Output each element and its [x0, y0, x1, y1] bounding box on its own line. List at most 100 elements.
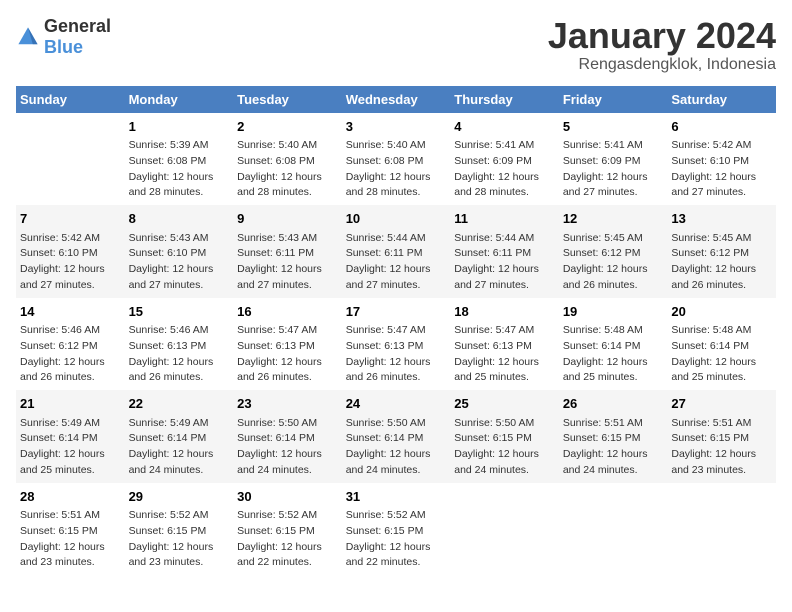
cell-info: Daylight: 12 hours	[346, 447, 447, 463]
calendar-cell: 25Sunrise: 5:50 AMSunset: 6:15 PMDayligh…	[450, 390, 559, 483]
cell-info: Sunset: 6:13 PM	[454, 339, 555, 355]
cell-info: Sunrise: 5:44 AM	[346, 231, 447, 247]
week-row-2: 7Sunrise: 5:42 AMSunset: 6:10 PMDaylight…	[16, 205, 776, 298]
cell-info: Sunrise: 5:50 AM	[454, 416, 555, 432]
calendar-cell	[559, 483, 668, 576]
cell-info: Daylight: 12 hours	[454, 262, 555, 278]
cell-info: Sunrise: 5:49 AM	[129, 416, 230, 432]
calendar-cell	[16, 113, 125, 206]
calendar-cell: 4Sunrise: 5:41 AMSunset: 6:09 PMDaylight…	[450, 113, 559, 206]
day-number: 3	[346, 117, 447, 137]
calendar-cell: 6Sunrise: 5:42 AMSunset: 6:10 PMDaylight…	[667, 113, 776, 206]
cell-info: and 24 minutes.	[563, 463, 664, 479]
cell-info: Daylight: 12 hours	[563, 262, 664, 278]
calendar-cell: 10Sunrise: 5:44 AMSunset: 6:11 PMDayligh…	[342, 205, 451, 298]
calendar-cell	[450, 483, 559, 576]
cell-info: Sunrise: 5:40 AM	[346, 138, 447, 154]
calendar-cell: 21Sunrise: 5:49 AMSunset: 6:14 PMDayligh…	[16, 390, 125, 483]
cell-info: and 26 minutes.	[563, 278, 664, 294]
calendar-cell: 20Sunrise: 5:48 AMSunset: 6:14 PMDayligh…	[667, 298, 776, 391]
cell-info: Sunset: 6:11 PM	[346, 246, 447, 262]
logo-icon	[16, 25, 40, 49]
cell-info: Sunrise: 5:43 AM	[237, 231, 338, 247]
cell-info: and 25 minutes.	[20, 463, 121, 479]
cell-info: Sunset: 6:14 PM	[671, 339, 772, 355]
week-row-3: 14Sunrise: 5:46 AMSunset: 6:12 PMDayligh…	[16, 298, 776, 391]
weekday-header-row: SundayMondayTuesdayWednesdayThursdayFrid…	[16, 86, 776, 113]
calendar-cell: 12Sunrise: 5:45 AMSunset: 6:12 PMDayligh…	[559, 205, 668, 298]
cell-info: Sunset: 6:15 PM	[563, 431, 664, 447]
cell-info: and 25 minutes.	[671, 370, 772, 386]
calendar-cell: 11Sunrise: 5:44 AMSunset: 6:11 PMDayligh…	[450, 205, 559, 298]
weekday-header-saturday: Saturday	[667, 86, 776, 113]
cell-info: and 28 minutes.	[346, 185, 447, 201]
cell-info: Sunrise: 5:44 AM	[454, 231, 555, 247]
day-number: 4	[454, 117, 555, 137]
cell-info: Sunrise: 5:52 AM	[129, 508, 230, 524]
cell-info: and 26 minutes.	[346, 370, 447, 386]
cell-info: Sunset: 6:12 PM	[671, 246, 772, 262]
cell-info: Sunset: 6:09 PM	[563, 154, 664, 170]
cell-info: and 23 minutes.	[671, 463, 772, 479]
cell-info: and 24 minutes.	[129, 463, 230, 479]
day-number: 12	[563, 209, 664, 229]
cell-info: and 26 minutes.	[237, 370, 338, 386]
cell-info: Sunset: 6:08 PM	[346, 154, 447, 170]
calendar-cell: 13Sunrise: 5:45 AMSunset: 6:12 PMDayligh…	[667, 205, 776, 298]
day-number: 16	[237, 302, 338, 322]
cell-info: Daylight: 12 hours	[20, 262, 121, 278]
calendar-cell: 24Sunrise: 5:50 AMSunset: 6:14 PMDayligh…	[342, 390, 451, 483]
cell-info: Daylight: 12 hours	[129, 170, 230, 186]
day-number: 29	[129, 487, 230, 507]
cell-info: Sunrise: 5:43 AM	[129, 231, 230, 247]
cell-info: Daylight: 12 hours	[671, 355, 772, 371]
day-number: 8	[129, 209, 230, 229]
cell-info: and 27 minutes.	[454, 278, 555, 294]
day-number: 15	[129, 302, 230, 322]
cell-info: Sunset: 6:13 PM	[129, 339, 230, 355]
day-number: 7	[20, 209, 121, 229]
cell-info: Sunrise: 5:47 AM	[237, 323, 338, 339]
title-section: January 2024 Rengasdengklok, Indonesia	[548, 16, 776, 74]
week-row-1: 1Sunrise: 5:39 AMSunset: 6:08 PMDaylight…	[16, 113, 776, 206]
cell-info: Sunrise: 5:46 AM	[20, 323, 121, 339]
cell-info: Sunrise: 5:52 AM	[237, 508, 338, 524]
cell-info: Sunset: 6:10 PM	[20, 246, 121, 262]
day-number: 1	[129, 117, 230, 137]
cell-info: Sunset: 6:09 PM	[454, 154, 555, 170]
calendar-cell: 15Sunrise: 5:46 AMSunset: 6:13 PMDayligh…	[125, 298, 234, 391]
cell-info: Daylight: 12 hours	[129, 447, 230, 463]
calendar-cell: 29Sunrise: 5:52 AMSunset: 6:15 PMDayligh…	[125, 483, 234, 576]
cell-info: and 24 minutes.	[454, 463, 555, 479]
day-number: 26	[563, 394, 664, 414]
cell-info: Sunset: 6:13 PM	[346, 339, 447, 355]
cell-info: Daylight: 12 hours	[346, 170, 447, 186]
cell-info: Sunset: 6:11 PM	[237, 246, 338, 262]
cell-info: Sunrise: 5:45 AM	[563, 231, 664, 247]
weekday-header-wednesday: Wednesday	[342, 86, 451, 113]
cell-info: and 23 minutes.	[129, 555, 230, 571]
cell-info: and 26 minutes.	[671, 278, 772, 294]
cell-info: Sunset: 6:15 PM	[454, 431, 555, 447]
calendar-cell: 9Sunrise: 5:43 AMSunset: 6:11 PMDaylight…	[233, 205, 342, 298]
cell-info: and 28 minutes.	[129, 185, 230, 201]
cell-info: Daylight: 12 hours	[20, 540, 121, 556]
cell-info: Daylight: 12 hours	[129, 355, 230, 371]
day-number: 21	[20, 394, 121, 414]
day-number: 6	[671, 117, 772, 137]
cell-info: and 27 minutes.	[563, 185, 664, 201]
weekday-header-sunday: Sunday	[16, 86, 125, 113]
weekday-header-tuesday: Tuesday	[233, 86, 342, 113]
week-row-5: 28Sunrise: 5:51 AMSunset: 6:15 PMDayligh…	[16, 483, 776, 576]
cell-info: Sunrise: 5:42 AM	[671, 138, 772, 154]
cell-info: Daylight: 12 hours	[237, 262, 338, 278]
cell-info: and 22 minutes.	[346, 555, 447, 571]
calendar-cell: 8Sunrise: 5:43 AMSunset: 6:10 PMDaylight…	[125, 205, 234, 298]
cell-info: and 24 minutes.	[346, 463, 447, 479]
cell-info: Daylight: 12 hours	[346, 262, 447, 278]
calendar-cell: 28Sunrise: 5:51 AMSunset: 6:15 PMDayligh…	[16, 483, 125, 576]
logo: General Blue	[16, 16, 111, 58]
cell-info: Daylight: 12 hours	[237, 170, 338, 186]
cell-info: Sunset: 6:08 PM	[237, 154, 338, 170]
week-row-4: 21Sunrise: 5:49 AMSunset: 6:14 PMDayligh…	[16, 390, 776, 483]
